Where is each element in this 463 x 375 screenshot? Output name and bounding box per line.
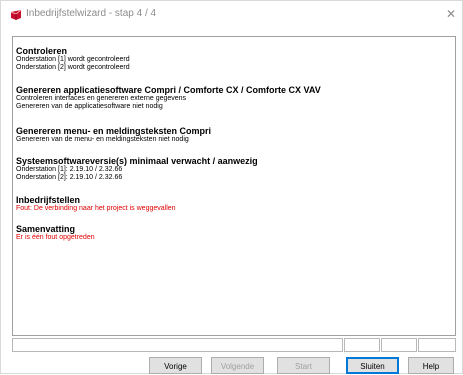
status-field-2	[381, 338, 417, 352]
log-line: Genereren van de applicatiesoftware niet…	[16, 103, 163, 110]
log-line: Genereren van de menu- en meldingstekste…	[16, 136, 189, 143]
section-heading: Genereren menu- en meldingsteksten Compr…	[16, 126, 212, 136]
section-genereren-menuteksten: Genereren menu- en meldingsteksten Compr…	[16, 126, 211, 144]
status-field-1	[344, 338, 380, 352]
status-field-3	[418, 338, 456, 352]
log-line: Onderstation [2]: 2.19.10 / 2.32.66	[16, 174, 123, 181]
log-line: Controleren interfaces en genereren exte…	[16, 95, 187, 102]
log-line: Onderstation [2] wordt gecontroleerd	[16, 64, 130, 71]
close-icon[interactable]: ✕	[446, 7, 456, 21]
section-samenvatting: Samenvatting Er is één fout opgetreden	[16, 224, 95, 242]
help-button[interactable]: Help	[408, 357, 454, 374]
section-controleren: Controleren Onderstation [1] wordt gecon…	[16, 46, 130, 72]
error-line: Er is één fout opgetreden	[16, 234, 95, 241]
log-panel: Controleren Onderstation [1] wordt gecon…	[12, 36, 456, 336]
previous-button[interactable]: Vorige	[149, 357, 202, 374]
app-logo-icon	[10, 9, 22, 20]
section-genereren-applicatiesoftware: Genereren applicatiesoftware Compri / Co…	[16, 85, 321, 111]
section-heading: Genereren applicatiesoftware Compri / Co…	[16, 85, 321, 95]
section-heading: Systeemsoftwareversie(s) minimaal verwac…	[16, 156, 258, 166]
window-title: Inbedrijfstelwizard - stap 4 / 4	[26, 8, 157, 19]
wizard-window: Inbedrijfstelwizard - stap 4 / 4 ✕ Contr…	[0, 0, 463, 374]
log-line: Onderstation [1] wordt gecontroleerd	[16, 56, 130, 63]
status-progress-field	[12, 338, 343, 352]
start-button[interactable]: Start	[277, 357, 330, 374]
title-bar: Inbedrijfstelwizard - stap 4 / 4 ✕	[1, 1, 462, 29]
section-heading: Inbedrijfstellen	[16, 195, 81, 205]
close-button[interactable]: Sluiten	[346, 357, 399, 374]
next-button[interactable]: Volgende	[211, 357, 264, 374]
section-inbedrijfstellen: Inbedrijfstellen Fout: De verbinding naa…	[16, 195, 176, 213]
section-heading: Samenvatting	[16, 224, 76, 234]
error-line: Fout: De verbinding naar het project is …	[16, 205, 176, 212]
section-systeemsoftwareversie: Systeemsoftwareversie(s) minimaal verwac…	[16, 156, 258, 182]
section-heading: Controleren	[16, 46, 68, 56]
log-line: Onderstation [1]: 2.19.10 / 2.32.66	[16, 166, 123, 173]
